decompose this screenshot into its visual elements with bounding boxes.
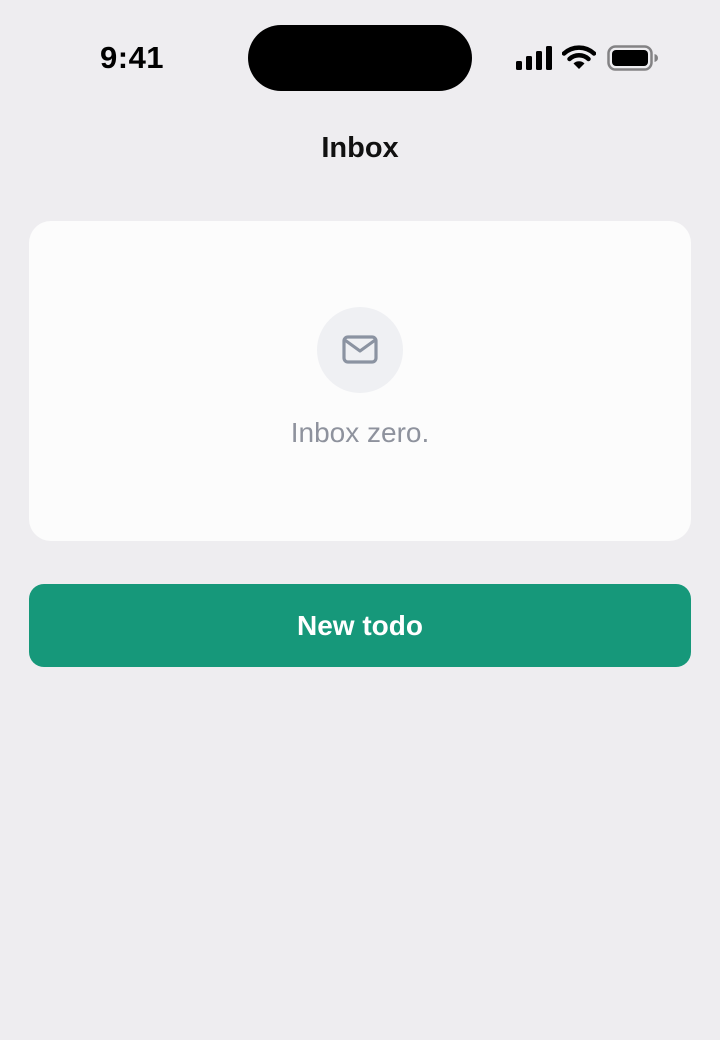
empty-state-icon-circle xyxy=(317,307,403,393)
page-title: Inbox xyxy=(321,132,399,164)
status-time: 9:41 xyxy=(100,40,165,75)
mail-icon xyxy=(342,335,378,364)
wifi-icon xyxy=(562,45,596,69)
status-bar: 9:41 xyxy=(0,0,720,116)
empty-state-card: Inbox zero. xyxy=(29,221,691,541)
empty-state-message: Inbox zero. xyxy=(290,417,430,448)
new-todo-button[interactable]: New todo xyxy=(29,584,691,667)
signal-icon xyxy=(516,46,552,70)
dynamic-island xyxy=(248,25,472,91)
battery-icon xyxy=(607,45,658,71)
